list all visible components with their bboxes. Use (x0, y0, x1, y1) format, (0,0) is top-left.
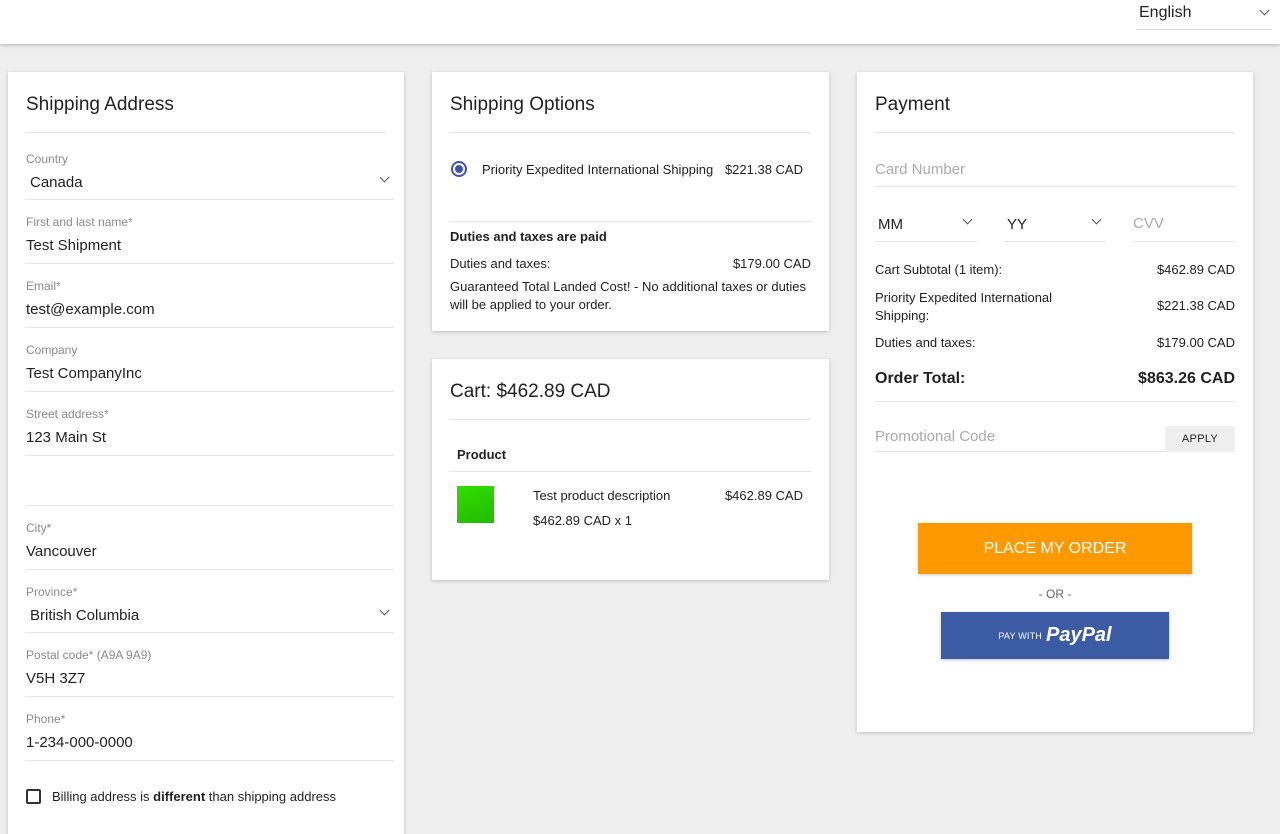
shipping-options-title: Shipping Options (450, 94, 595, 115)
card-number-placeholder: Card Number (875, 161, 966, 178)
cart-title: Cart: $462.89 CAD (450, 381, 611, 402)
subtotal-value: $462.89 CAD (1156, 262, 1235, 277)
order-total-label: Order Total: (875, 370, 966, 387)
top-bar: English (0, 0, 1280, 44)
city-value: Vancouver (26, 543, 97, 560)
card-number-input[interactable]: Card Number (875, 150, 1235, 187)
guarantee-text: Guaranteed Total Landed Cost! - No addit… (450, 279, 807, 312)
duties-heading: Duties and taxes are paid (450, 229, 607, 244)
name-value: Test Shipment (26, 237, 122, 254)
billing-bold: different (153, 789, 206, 804)
subtotal-label: Cart Subtotal (1 item): (875, 262, 1003, 277)
province-value: British Columbia (30, 607, 140, 624)
phone-value: 1-234-000-0000 (26, 734, 133, 751)
phone-field[interactable]: Phone* 1-234-000-0000 (26, 712, 394, 761)
language-value: English (1139, 3, 1192, 21)
street-address-field[interactable]: Street address* 123 Main St (26, 407, 394, 456)
shipping-cost-value: $221.38 CAD (1156, 298, 1235, 313)
product-thumbnail (457, 486, 494, 523)
duties-value: $179.00 CAD (732, 256, 811, 271)
shipping-cost-label: Priority Expedited International Shippin… (875, 290, 1053, 323)
country-select[interactable]: Country Canada (26, 152, 394, 200)
divider (450, 221, 811, 222)
phone-label: Phone* (26, 712, 66, 726)
paypal-button[interactable]: PAY WITH PayPal (941, 612, 1169, 659)
city-label: City* (26, 521, 52, 535)
chevron-down-icon (379, 172, 390, 183)
divider (26, 132, 386, 133)
shipping-option-price: $221.38 CAD (724, 162, 803, 177)
chevron-down-icon (962, 214, 973, 225)
postal-code-field[interactable]: Postal code* (A9A 9A9) V5H 3Z7 (26, 648, 394, 697)
month-select[interactable]: MM (875, 206, 977, 242)
payment-title: Payment (875, 94, 950, 115)
email-label: Email* (26, 279, 61, 293)
product-description: Test product description (533, 488, 671, 503)
shipping-address-card: Shipping Address Country Canada First an… (8, 72, 404, 834)
divider (875, 132, 1235, 133)
name-field[interactable]: First and last name* Test Shipment (26, 215, 394, 264)
billing-prefix: Billing address is (52, 789, 150, 804)
province-select[interactable]: Province* British Columbia (26, 585, 394, 633)
chevron-down-icon (1259, 5, 1270, 16)
promo-code-placeholder: Promotional Code (875, 428, 996, 445)
promo-code-input[interactable]: Promotional Code (875, 424, 1165, 452)
city-field[interactable]: City* Vancouver (26, 521, 394, 570)
cart-card: Cart: $462.89 CAD Product Test product d… (432, 359, 829, 580)
country-value: Canada (30, 174, 83, 191)
shipping-address-title: Shipping Address (26, 94, 174, 115)
language-select[interactable]: English (1136, 0, 1272, 30)
month-value: MM (878, 216, 903, 233)
divider (875, 401, 1235, 402)
postal-code-value: V5H 3Z7 (26, 670, 86, 687)
place-order-button[interactable]: PLACE MY ORDER (918, 523, 1192, 574)
email-field[interactable]: Email* test@example.com (26, 279, 394, 328)
shipping-options-card: Shipping Options Priority Expedited Inte… (432, 72, 829, 331)
company-label: Company (26, 343, 78, 357)
country-label: Country (26, 152, 69, 166)
order-total-value: $863.26 CAD (1138, 370, 1235, 387)
name-label: First and last name* (26, 215, 133, 229)
billing-suffix: than shipping address (208, 789, 336, 804)
divider (450, 132, 811, 133)
company-value: Test CompanyInc (26, 365, 142, 382)
paypal-prefix: PAY WITH (998, 630, 1042, 641)
province-label: Province* (26, 585, 78, 599)
billing-different-label: Billing address is different than shippi… (52, 789, 336, 804)
or-separator: - OR - (1038, 587, 1072, 601)
payment-card: Payment Card Number MM YY CVV Cart Subto… (857, 72, 1253, 732)
product-qty: $462.89 CAD x 1 (533, 513, 633, 528)
billing-different-row[interactable]: Billing address is different than shippi… (26, 789, 336, 804)
postal-code-label: Postal code* (A9A 9A9) (26, 648, 152, 662)
divider (450, 471, 811, 472)
chevron-down-icon (1091, 214, 1102, 225)
company-field[interactable]: Company Test CompanyInc (26, 343, 394, 392)
billing-different-checkbox[interactable] (26, 789, 41, 804)
product-price: $462.89 CAD (724, 488, 803, 503)
paypal-logo: PayPal (1046, 624, 1112, 646)
cvv-placeholder: CVV (1133, 215, 1164, 232)
year-select[interactable]: YY (1004, 206, 1106, 242)
duties-value: $179.00 CAD (1156, 335, 1235, 350)
cvv-input[interactable]: CVV (1133, 206, 1235, 242)
shipping-option-name[interactable]: Priority Expedited International Shippin… (482, 162, 713, 177)
duties-label: Duties and taxes: (875, 335, 976, 350)
product-column-header: Product (457, 447, 507, 462)
street-address-line2-field[interactable] (26, 472, 394, 506)
street-address-label: Street address* (26, 407, 109, 421)
street-address-value: 123 Main St (26, 429, 107, 446)
divider (450, 419, 811, 420)
email-value: test@example.com (26, 301, 155, 318)
chevron-down-icon (379, 605, 390, 616)
year-value: YY (1007, 216, 1028, 233)
apply-promo-button[interactable]: APPLY (1165, 426, 1235, 452)
duties-label: Duties and taxes: (450, 256, 551, 271)
shipping-option-radio[interactable] (451, 161, 467, 177)
